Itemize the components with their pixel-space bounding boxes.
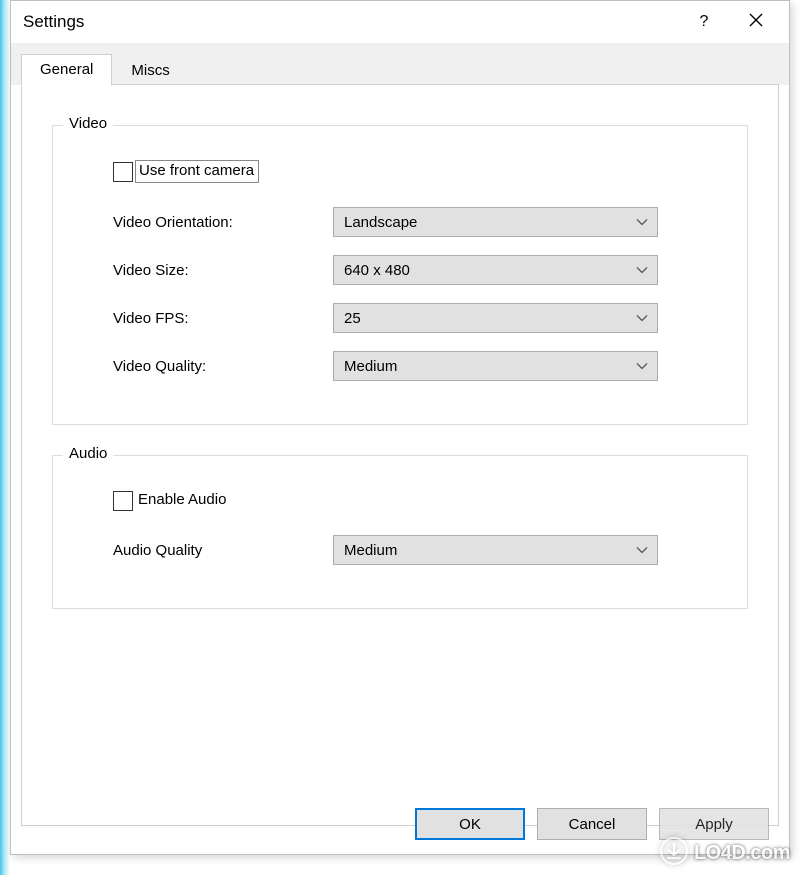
button-label: Cancel bbox=[569, 816, 616, 833]
close-button[interactable] bbox=[735, 1, 777, 43]
chevron-down-icon bbox=[635, 215, 649, 229]
chevron-down-icon bbox=[635, 263, 649, 277]
help-icon: ? bbox=[700, 13, 709, 31]
audio-quality-row: Audio Quality Medium bbox=[83, 535, 717, 565]
chevron-down-icon bbox=[635, 311, 649, 325]
combo-value: 640 x 480 bbox=[344, 262, 635, 279]
combo-value: Medium bbox=[344, 358, 635, 375]
video-quality-row: Video Quality: Medium bbox=[83, 351, 717, 381]
button-label: OK bbox=[459, 816, 481, 833]
cancel-button[interactable]: Cancel bbox=[537, 808, 647, 840]
download-icon bbox=[660, 837, 688, 869]
video-groupbox: Video Use front camera Video Orientation… bbox=[52, 125, 748, 425]
video-orientation-label: Video Orientation: bbox=[83, 214, 333, 231]
audio-groupbox: Audio Enable Audio Audio Quality Medium bbox=[52, 455, 748, 609]
watermark: LO4D.com bbox=[660, 837, 790, 869]
use-front-camera-checkbox[interactable] bbox=[113, 162, 133, 182]
audio-quality-combo[interactable]: Medium bbox=[333, 535, 658, 565]
watermark-text: LO4D.com bbox=[694, 842, 790, 865]
titlebar: Settings ? bbox=[11, 1, 789, 43]
tabstrip-container: General Miscs bbox=[11, 43, 789, 85]
settings-dialog: Settings ? General Miscs Video bbox=[10, 0, 790, 855]
ok-button[interactable]: OK bbox=[415, 808, 525, 840]
tab-label: Miscs bbox=[131, 62, 169, 79]
video-fps-row: Video FPS: 25 bbox=[83, 303, 717, 333]
video-size-label: Video Size: bbox=[83, 262, 333, 279]
help-button[interactable]: ? bbox=[683, 1, 725, 43]
video-group-header: Video bbox=[63, 115, 113, 132]
video-quality-label: Video Quality: bbox=[83, 358, 333, 375]
dialog-buttons: OK Cancel Apply bbox=[415, 808, 769, 840]
window-title: Settings bbox=[23, 12, 84, 32]
audio-group-header: Audio bbox=[63, 445, 113, 462]
video-fps-label: Video FPS: bbox=[83, 310, 333, 327]
enable-audio-label[interactable]: Enable Audio bbox=[135, 490, 230, 511]
button-label: Apply bbox=[695, 816, 733, 833]
use-front-camera-row: Use front camera bbox=[113, 160, 717, 183]
apply-button[interactable]: Apply bbox=[659, 808, 769, 840]
enable-audio-checkbox[interactable] bbox=[113, 491, 133, 511]
tab-label: General bbox=[40, 61, 93, 78]
background-accent bbox=[0, 0, 10, 875]
tabstrip: General Miscs bbox=[21, 51, 779, 85]
video-size-row: Video Size: 640 x 480 bbox=[83, 255, 717, 285]
combo-value: Landscape bbox=[344, 214, 635, 231]
tab-miscs[interactable]: Miscs bbox=[112, 55, 188, 86]
combo-value: Medium bbox=[344, 542, 635, 559]
video-orientation-combo[interactable]: Landscape bbox=[333, 207, 658, 237]
chevron-down-icon bbox=[635, 543, 649, 557]
audio-quality-label: Audio Quality bbox=[83, 542, 333, 559]
combo-value: 25 bbox=[344, 310, 635, 327]
video-fps-combo[interactable]: 25 bbox=[333, 303, 658, 333]
enable-audio-row: Enable Audio bbox=[113, 490, 717, 511]
close-icon bbox=[749, 13, 763, 31]
chevron-down-icon bbox=[635, 359, 649, 373]
video-orientation-row: Video Orientation: Landscape bbox=[83, 207, 717, 237]
tab-content-general: Video Use front camera Video Orientation… bbox=[22, 85, 778, 649]
tab-general[interactable]: General bbox=[21, 54, 112, 86]
use-front-camera-label[interactable]: Use front camera bbox=[135, 160, 259, 183]
tab-panel: Video Use front camera Video Orientation… bbox=[21, 84, 779, 826]
video-quality-combo[interactable]: Medium bbox=[333, 351, 658, 381]
video-size-combo[interactable]: 640 x 480 bbox=[333, 255, 658, 285]
